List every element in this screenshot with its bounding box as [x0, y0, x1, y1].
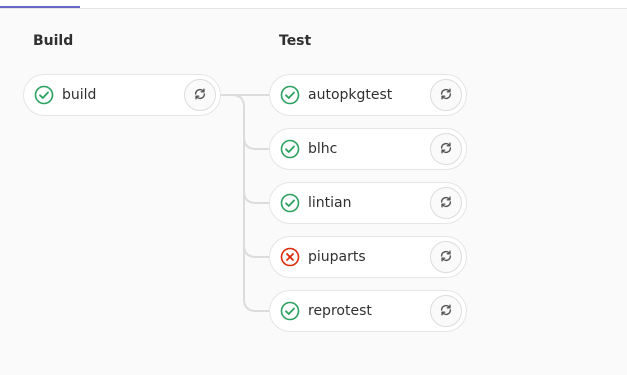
check-circle-icon: [34, 85, 54, 105]
job-name: blhc: [308, 141, 338, 157]
retry-icon: [193, 86, 207, 105]
job-reprotest[interactable]: reprotest: [269, 290, 467, 332]
retry-icon: [439, 194, 453, 213]
check-circle-icon: [280, 85, 300, 105]
stage-title-test: Test: [279, 33, 312, 49]
retry-button[interactable]: [430, 79, 462, 111]
job-name: lintian: [308, 195, 352, 211]
top-tab-bar: [0, 0, 627, 9]
retry-button[interactable]: [430, 241, 462, 273]
retry-icon: [439, 86, 453, 105]
active-tab-indicator: [0, 6, 80, 8]
job-name: build: [62, 87, 97, 103]
stage-title-build: Build: [33, 33, 74, 49]
check-circle-icon: [280, 301, 300, 321]
job-name: autopkgtest: [308, 87, 393, 103]
job-build[interactable]: build: [23, 74, 221, 116]
job-autopkgtest[interactable]: autopkgtest: [269, 74, 467, 116]
retry-button[interactable]: [430, 295, 462, 327]
job-name: piuparts: [308, 249, 366, 265]
job-piuparts[interactable]: piuparts: [269, 236, 467, 278]
retry-button[interactable]: [430, 133, 462, 165]
job-lintian[interactable]: lintian: [269, 182, 467, 224]
job-blhc[interactable]: blhc: [269, 128, 467, 170]
job-name: reprotest: [308, 303, 372, 319]
check-circle-icon: [280, 193, 300, 213]
x-circle-icon: [280, 247, 300, 267]
retry-button[interactable]: [430, 187, 462, 219]
retry-icon: [439, 140, 453, 159]
retry-icon: [439, 302, 453, 321]
retry-button[interactable]: [184, 79, 216, 111]
check-circle-icon: [280, 139, 300, 159]
retry-icon: [439, 248, 453, 267]
